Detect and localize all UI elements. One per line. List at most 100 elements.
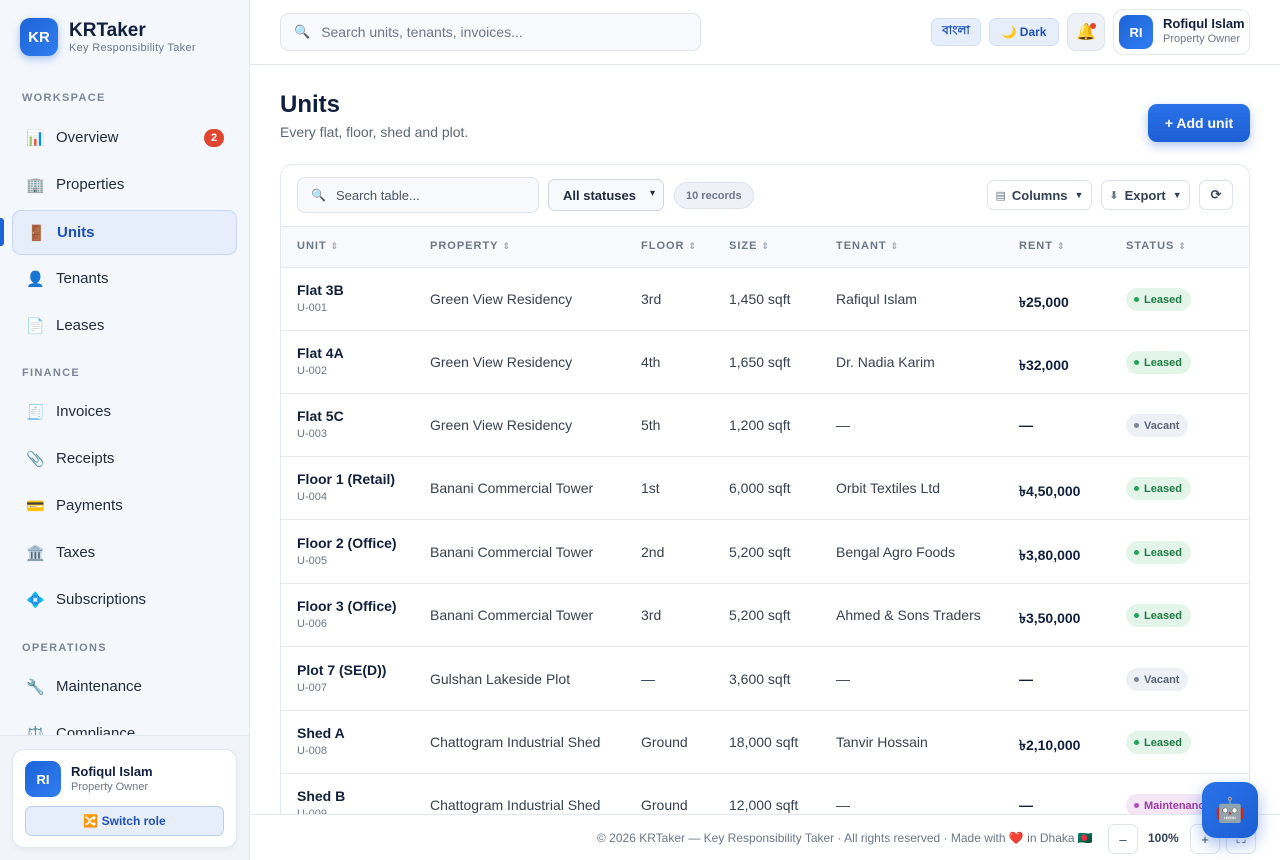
export-button[interactable]: ⬇ Export ▼ [1101, 180, 1190, 210]
robot-icon: 🤖 [1215, 796, 1245, 824]
sidebar-item-overview[interactable]: 📊 Overview 2 [12, 115, 237, 160]
size-cell: 5,200 sqft [729, 544, 791, 560]
column-header-property[interactable]: PROPERTY ⇕ [430, 240, 511, 252]
rent-cell: — [1019, 671, 1033, 687]
table-header: UNIT ⇕ PROPERTY ⇕ FLOOR ⇕ SIZE ⇕ TENANT ⇕ REN… [281, 226, 1249, 268]
status-badge: Leased [1126, 541, 1191, 564]
size-cell: 6,000 sqft [729, 480, 791, 496]
table-row[interactable]: Floor 1 (Retail) U-004 Banani Commercial … [281, 457, 1249, 520]
page-title: Units [280, 91, 340, 118]
brand-tagline: Key Responsibility Taker [69, 41, 196, 54]
unit-name: Flat 4A [297, 345, 344, 361]
property-cell: Chattogram Industrial Shed [430, 734, 601, 750]
sort-icon: ⇕ [761, 241, 770, 251]
sidebar-item-maintenance[interactable]: 🔧 Maintenance [12, 664, 237, 709]
global-search-input[interactable] [321, 24, 682, 40]
status-filter-select[interactable]: All statuses ▾ [548, 179, 664, 211]
global-search[interactable]: 🔍 [280, 13, 701, 51]
unit-name: Floor 1 (Retail) [297, 471, 396, 487]
download-icon: ⬇ [1109, 189, 1119, 202]
zoom-out-button[interactable]: – [1108, 824, 1138, 854]
sidebar-item-label: Units [57, 224, 95, 241]
rent-cell: ৳4,50,000 [1019, 483, 1081, 499]
table-row[interactable]: Flat 3B U-001 Green View Residency 3rd 1,… [281, 268, 1249, 331]
column-header-unit[interactable]: UNIT ⇕ [297, 240, 339, 252]
table-row[interactable]: Flat 5C U-003 Green View Residency 5th 1,… [281, 394, 1249, 457]
sidebar-item-label: Subscriptions [56, 591, 147, 608]
table-search-input[interactable] [335, 187, 526, 203]
search-icon: 🔍 [311, 188, 326, 202]
credit-card-icon: 💳 [26, 497, 45, 515]
brand-name: KRTaker [69, 19, 146, 41]
property-cell: Banani Commercial Tower [430, 480, 594, 496]
status-badge: Leased [1126, 477, 1191, 500]
rent-cell: ৳32,000 [1019, 357, 1069, 373]
avatar: RI [25, 761, 61, 797]
sidebar-item-tenants[interactable]: 👤 Tenants [12, 256, 237, 301]
tenant-cell: — [836, 797, 850, 813]
table-row[interactable]: Flat 4A U-002 Green View Residency 4th 1,… [281, 331, 1249, 394]
sidebar-item-leases[interactable]: 📄 Leases [12, 303, 237, 348]
sidebar-item-payments[interactable]: 💳 Payments [12, 483, 237, 528]
notifications-button[interactable]: 🔔 [1067, 13, 1105, 51]
unit-id: U-007 [297, 682, 327, 694]
size-cell: 1,650 sqft [729, 354, 791, 370]
sidebar-item-properties[interactable]: 🏢 Properties [12, 162, 237, 207]
tenant-cell: Dr. Nadia Karim [836, 354, 935, 370]
chevron-down-icon: ▼ [1172, 190, 1182, 200]
avatar: RI [1119, 15, 1153, 49]
unit-name: Floor 2 (Office) [297, 535, 397, 551]
sidebar-item-receipts[interactable]: 📎 Receipts [12, 436, 237, 481]
columns-button[interactable]: ▤ Columns ▼ [987, 180, 1092, 210]
switch-role-button[interactable]: 🔀 Switch role [25, 806, 224, 836]
column-header-status[interactable]: STATUS ⇕ [1126, 240, 1187, 252]
sidebar-item-subscriptions[interactable]: 💠 Subscriptions [12, 577, 237, 622]
unit-id: U-003 [297, 428, 327, 440]
sidebar-item-taxes[interactable]: 🏛️ Taxes [12, 530, 237, 575]
column-header-size[interactable]: SIZE ⇕ [729, 240, 770, 252]
person-icon: 👤 [26, 270, 45, 288]
chevron-down-icon: ▼ [1074, 190, 1084, 200]
table-row[interactable]: Plot 7 (SE(D)) U-007 Gulshan Lakeside Plo… [281, 648, 1249, 711]
table-row[interactable]: Floor 2 (Office) U-005 Banani Commercial … [281, 521, 1249, 584]
page-subtitle: Every flat, floor, shed and plot. [280, 124, 469, 140]
header-user-menu[interactable]: RI Rofiqul Islam Property Owner [1113, 9, 1250, 55]
property-cell: Gulshan Lakeside Plot [430, 671, 571, 687]
assistant-button[interactable]: 🤖 [1202, 782, 1258, 838]
floor-cell: — [641, 671, 655, 687]
column-header-floor[interactable]: FLOOR ⇕ [641, 240, 697, 252]
tenant-cell: Rafiqul Islam [836, 291, 917, 307]
sidebar-item-units[interactable]: 🚪 Units [12, 210, 237, 255]
unit-name: Flat 5C [297, 408, 344, 424]
brand[interactable]: KR KRTaker Key Responsibility Taker [20, 18, 196, 56]
column-header-tenant[interactable]: TENANT ⇕ [836, 240, 899, 252]
sidebar-item-invoices[interactable]: 🧾 Invoices [12, 389, 237, 434]
refresh-icon: ⟳ [1210, 187, 1222, 202]
units-table: 🔍 All statuses ▾ 10 records ▤ Columns ▼ … [280, 164, 1250, 824]
theme-toggle-button[interactable]: 🌙 Dark [989, 18, 1059, 46]
table-search[interactable]: 🔍 [297, 177, 539, 213]
nav-section-operations: OPERATIONS [22, 642, 107, 654]
table-row[interactable]: Shed A U-008 Chattogram Industrial Shed G… [281, 711, 1249, 774]
sidebar-item-label: Receipts [56, 450, 115, 467]
floor-cell: 3rd [641, 607, 662, 623]
floor-cell: 5th [641, 417, 661, 433]
brand-logo: KR [20, 18, 58, 56]
sort-icon: ⇕ [890, 241, 900, 251]
property-cell: Green View Residency [430, 354, 573, 370]
rent-cell: — [1019, 797, 1033, 813]
table-row[interactable]: Floor 3 (Office) U-006 Banani Commercial … [281, 584, 1249, 647]
paperclip-icon: 📎 [26, 450, 45, 468]
sidebar-item-label: Properties [56, 176, 125, 193]
column-header-rent[interactable]: RENT ⇕ [1019, 240, 1066, 252]
floor-cell: 3rd [641, 291, 662, 307]
language-toggle-button[interactable]: বাংলা [931, 18, 981, 46]
rent-cell: ৳2,10,000 [1019, 737, 1081, 753]
tenant-cell: Orbit Textiles Ltd [836, 480, 941, 496]
tenant-cell: Bengal Agro Foods [836, 544, 956, 560]
sort-icon: ⇕ [502, 241, 512, 251]
add-unit-button[interactable]: + Add unit [1148, 104, 1250, 142]
user-name: Rofiqul Islam [71, 764, 153, 779]
refresh-button[interactable]: ⟳ [1199, 180, 1233, 210]
size-cell: 1,200 sqft [729, 417, 791, 433]
